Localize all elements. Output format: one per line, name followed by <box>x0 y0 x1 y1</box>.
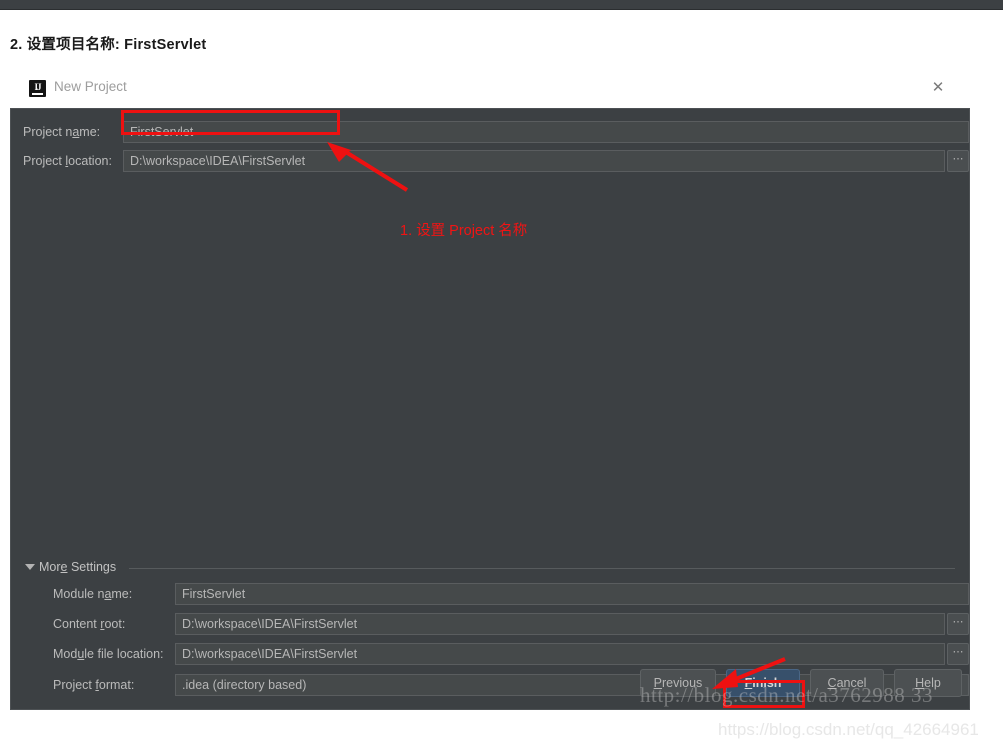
browse-folder-button[interactable]: ⋯ <box>947 613 969 635</box>
project-location-input[interactable]: D:\workspace\IDEA\FirstServlet <box>123 150 945 172</box>
field-row: Module name: FirstServlet <box>11 583 969 605</box>
close-icon[interactable]: ✕ <box>928 78 948 98</box>
content-root-input[interactable]: D:\workspace\IDEA\FirstServlet <box>175 613 945 635</box>
article-heading: 2. 设置项目名称: FirstServlet <box>10 37 207 53</box>
intellij-idea-logo-icon: IJ <box>29 80 46 97</box>
previous-button[interactable]: Previous <box>640 669 716 697</box>
field-label: Module name: <box>53 587 133 601</box>
watermark-lower: https://blog.csdn.net/qq_42664961 <box>718 720 979 739</box>
module-name-input[interactable]: FirstServlet <box>175 583 969 605</box>
more-settings-header[interactable]: More Settings <box>25 560 955 576</box>
dialog-titlebar: IJ New Project ✕ <box>10 70 970 108</box>
field-row: Project location: D:\workspace\IDEA\First… <box>11 150 969 172</box>
dialog-button-bar: Previous Finish Cancel Help <box>11 669 971 701</box>
field-row: Project name: FirstServlet <box>11 121 969 143</box>
help-button[interactable]: Help <box>894 669 962 697</box>
finish-button[interactable]: Finish <box>726 669 800 697</box>
intellij-logo-bar <box>32 93 43 95</box>
blog-page: 2. 设置项目名称: FirstServlet IJ New Project ✕… <box>0 0 1003 746</box>
chevron-down-icon[interactable] <box>25 564 35 570</box>
field-row: Module file location: D:\workspace\IDEA\F… <box>11 643 969 665</box>
more-settings-label: More Settings <box>39 560 117 574</box>
module-file-location-input[interactable]: D:\workspace\IDEA\FirstServlet <box>175 643 945 665</box>
page-top-strip <box>0 0 1003 10</box>
field-label: Module file location: <box>53 647 164 661</box>
field-label: Content root: <box>53 617 126 631</box>
field-label: Project location: <box>23 154 112 168</box>
browse-folder-button[interactable]: ⋯ <box>947 150 969 172</box>
browse-folder-button[interactable]: ⋯ <box>947 643 969 665</box>
project-name-input[interactable]: FirstServlet <box>123 121 969 143</box>
field-row: Content root: D:\workspace\IDEA\FirstServ… <box>11 613 969 635</box>
field-label: Project name: <box>23 125 101 139</box>
new-project-dialog: IJ New Project ✕ Project name: FirstServl… <box>10 70 970 710</box>
cancel-button[interactable]: Cancel <box>810 669 884 697</box>
more-settings-divider <box>129 568 955 569</box>
dialog-title: New Project <box>54 79 127 94</box>
dialog-body: Project name: FirstServlet Project locatio… <box>10 108 970 710</box>
